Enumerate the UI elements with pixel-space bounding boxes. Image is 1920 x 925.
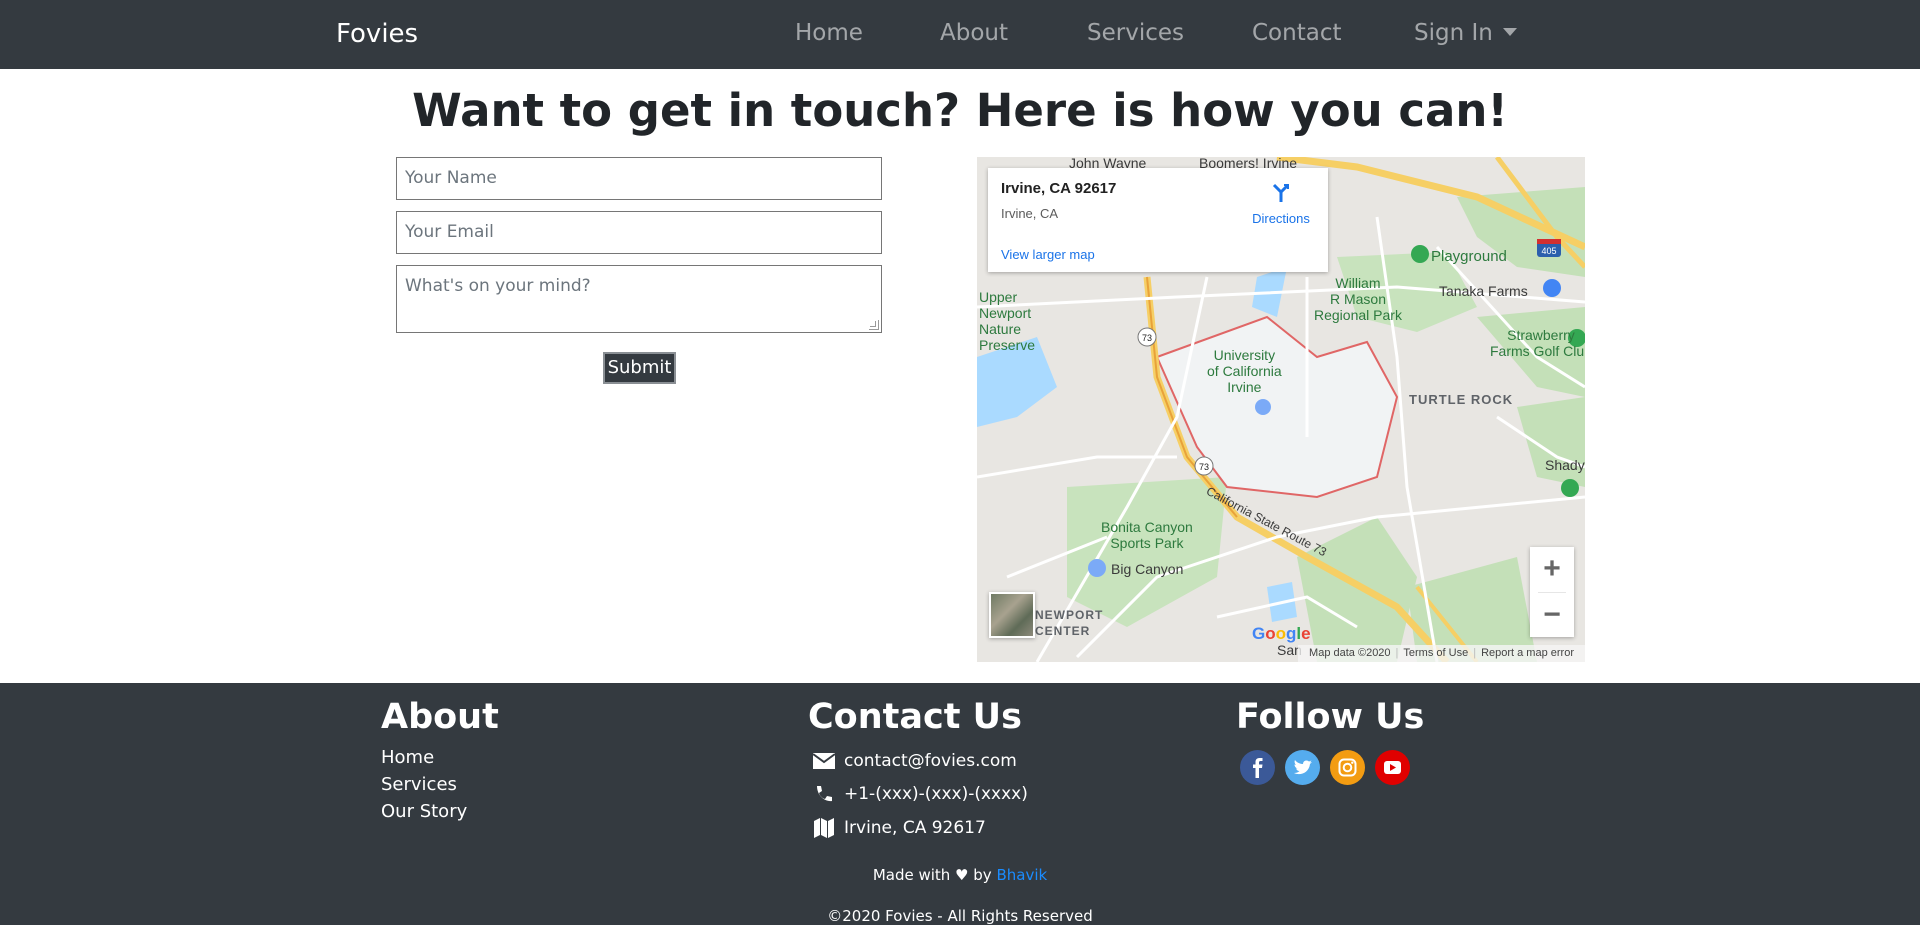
map-attribution: Map data ©2020 | Terms of Use | Report a map…	[1298, 645, 1585, 662]
made-with-prefix: Made with ♥ by	[872, 866, 992, 884]
directions-icon	[1272, 183, 1290, 202]
map-label-bonita-canyon: Bonita Canyon Sports Park	[1101, 519, 1193, 551]
made-with-credit: Made with ♥ by Bhavik	[0, 866, 1920, 884]
contact-address: Irvine, CA 92617	[844, 818, 986, 838]
facebook-icon[interactable]	[1240, 750, 1275, 785]
map-label-playground: Playground	[1431, 248, 1507, 265]
map-label-shady: Shady	[1545, 457, 1585, 473]
contact-phone: +1-(xxx)-(xxx)-(xxxx)	[844, 784, 1028, 804]
map-icon	[814, 818, 834, 838]
page-title: Want to get in touch? Here is how you ca…	[412, 84, 1508, 137]
footer: About Home Services Our Story Contact Us…	[0, 683, 1920, 925]
embedded-map[interactable]: 405 73 73 John Wayne Boomers! Irvine Pla…	[977, 157, 1585, 662]
phone-icon	[817, 786, 832, 802]
report-map-error-link[interactable]: Report a map error	[1481, 647, 1574, 659]
route-shield-label-1: 73	[1142, 333, 1152, 343]
instagram-icon[interactable]	[1330, 750, 1365, 785]
message-placeholder: What's on your mind?	[405, 276, 591, 296]
footer-contact-title: Contact Us	[808, 697, 1022, 737]
zoom-control: + −	[1530, 547, 1574, 637]
message-textarea[interactable]: What's on your mind?	[396, 265, 882, 333]
map-info-card: Irvine, CA 92617 Irvine, CA View larger …	[988, 168, 1328, 272]
footer-about-title: About	[381, 697, 499, 737]
map-label-upper-newport: Upper Newport Nature Preserve	[979, 289, 1036, 353]
google-logo: Google	[1252, 624, 1311, 643]
map-label-newport-center: NEWPORT CENTER	[1035, 608, 1104, 638]
interstate-shield-label: 405	[1541, 246, 1556, 256]
footer-link-our-story[interactable]: Our Story	[381, 801, 467, 822]
submit-button[interactable]: Submit	[603, 352, 676, 384]
footer-link-home[interactable]: Home	[381, 747, 434, 768]
satellite-toggle-button[interactable]	[989, 592, 1035, 638]
contact-email-row: contact@fovies.com	[812, 751, 1017, 771]
email-input[interactable]: Your Email	[396, 211, 882, 254]
caret-down-icon	[1502, 28, 1517, 36]
map-label-tanaka: Tanaka Farms	[1439, 283, 1528, 299]
footer-follow-title: Follow Us	[1236, 697, 1425, 737]
contact-address-row: Irvine, CA 92617	[812, 817, 986, 839]
nav-services[interactable]: Services	[1087, 20, 1184, 46]
copyright-text: ©2020 Fovies - All Rights Reserved	[827, 907, 1093, 925]
zoom-in-button[interactable]: +	[1530, 547, 1574, 591]
directions-button[interactable]: Directions	[1246, 182, 1316, 226]
name-input[interactable]: Your Name	[396, 157, 882, 200]
nav-contact[interactable]: Contact	[1252, 20, 1341, 46]
footer-link-services[interactable]: Services	[381, 774, 457, 795]
directions-label: Directions	[1252, 211, 1310, 226]
zoom-out-button[interactable]: −	[1530, 593, 1574, 637]
envelope-icon	[812, 753, 836, 769]
contact-phone-row: +1-(xxx)-(xxx)-(xxxx)	[812, 784, 1028, 804]
map-label-strawberry: Strawberry Farms Golf Club	[1490, 327, 1585, 359]
map-label-uci: University of California Irvine	[1207, 347, 1282, 395]
map-label-william-mason: William R Mason Regional Park	[1314, 275, 1402, 323]
terms-of-use-link[interactable]: Terms of Use	[1403, 647, 1468, 659]
youtube-icon[interactable]	[1375, 750, 1410, 785]
map-info-title: Irvine, CA 92617	[1001, 180, 1117, 197]
author-link[interactable]: Bhavik	[996, 866, 1047, 884]
nav-home[interactable]: Home	[795, 20, 863, 46]
map-data-label: Map data ©2020	[1309, 647, 1391, 659]
resize-handle-icon[interactable]	[869, 320, 879, 330]
navbar: Fovies Home About Services Contact Sign …	[0, 0, 1920, 69]
view-larger-map-link[interactable]: View larger map	[1001, 247, 1095, 262]
map-label-big-canyon: Big Canyon	[1111, 561, 1184, 577]
route-shield-label-2: 73	[1199, 462, 1209, 472]
twitter-icon[interactable]	[1285, 750, 1320, 785]
contact-email[interactable]: contact@fovies.com	[844, 751, 1017, 771]
sign-in-label: Sign In	[1414, 20, 1493, 46]
nav-about[interactable]: About	[940, 20, 1008, 46]
brand-logo[interactable]: Fovies	[336, 19, 418, 49]
nav-sign-in-dropdown[interactable]: Sign In	[1414, 20, 1517, 46]
map-info-subtitle: Irvine, CA	[1001, 206, 1059, 221]
map-label-turtle-rock: TURTLE ROCK	[1409, 392, 1514, 407]
